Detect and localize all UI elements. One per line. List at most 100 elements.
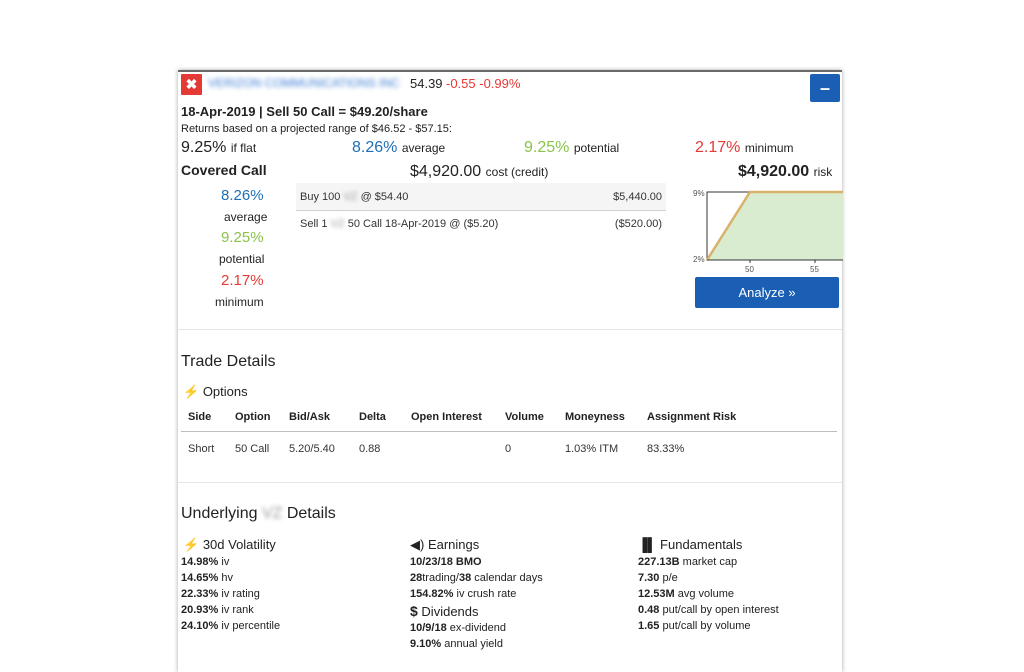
vol-iv-rating-value: 22.33% (181, 588, 219, 600)
col-side: Side (188, 411, 212, 423)
risk-label: risk (813, 165, 833, 179)
col-delta: Delta (359, 411, 386, 423)
dividends-yield-value: 9.10% (410, 638, 442, 650)
minimum-stat: 2.17% minimum (695, 139, 794, 157)
minimum-value: 2.17% (695, 139, 741, 156)
fund-pc-volume-value: 1.65 (638, 620, 660, 632)
side-minimum-label: minimum (215, 295, 264, 309)
if-flat-label: if flat (230, 141, 257, 155)
collapse-button[interactable]: – (810, 74, 840, 102)
leg-1-amount: $5,440.00 (613, 191, 662, 203)
fund-avg-volume-value: 12.53M (638, 588, 675, 600)
fund-pc-oi-value: 0.48 (638, 604, 660, 616)
fund-avg-volume-label: avg volume (677, 588, 735, 600)
dividends-title: Dividends (421, 604, 479, 619)
vol-hv: 14.65% hv (181, 572, 233, 584)
col-open-interest: Open Interest (411, 411, 482, 423)
y-bottom-label: 2% (693, 255, 705, 264)
earnings-title: Earnings (427, 537, 480, 552)
strategy-name: Covered Call (181, 162, 267, 178)
vol-iv-rank: 20.93% iv rank (181, 604, 254, 616)
vol-iv: 14.98% iv (181, 556, 229, 568)
leg-row-2: Sell 1 VZ 50 Call 18-Apr-2019 @ ($5.20) … (296, 211, 666, 238)
cell-volume: 0 (505, 443, 512, 455)
potential-value: 9.25% (524, 139, 570, 156)
earnings-crush: 154.82% iv crush rate (410, 588, 516, 600)
cell-moneyness: 1.03% ITM (565, 443, 619, 455)
leg-2-text: Sell 1 VZ 50 Call 18-Apr-2019 @ ($5.20) (300, 218, 498, 230)
fund-pc-volume: 1.65 put/call by volume (638, 620, 751, 632)
vol-iv-percentile: 24.10% iv percentile (181, 620, 280, 632)
earnings-crush-value: 154.82% (410, 588, 454, 600)
risk-stat: $4,920.00 risk (738, 163, 832, 181)
section-divider-2 (178, 482, 842, 483)
vol-hv-label: hv (221, 572, 233, 584)
potential-stat: 9.25% potential (524, 139, 619, 157)
cost-stat: $4,920.00 cost (credit) (410, 163, 548, 181)
potential-label: potential (573, 141, 620, 155)
fund-pe-value: 7.30 (638, 572, 660, 584)
minimum-label: minimum (744, 141, 794, 155)
ticker-change: -0.55 -0.99% (446, 76, 521, 91)
cell-option: 50 Call (235, 443, 270, 455)
if-flat-stat: 9.25% if flat (181, 139, 256, 157)
side-potential-value: 9.25% (221, 229, 264, 246)
payoff-mini-chart[interactable]: 9% 2% 50 55 (693, 188, 844, 278)
fund-pe: 7.30 p/e (638, 572, 678, 584)
vol-iv-value: 14.98% (181, 556, 219, 568)
dividends-heading: $ Dividends (410, 603, 479, 619)
fund-market-cap: 227.13B market cap (638, 556, 737, 568)
vol-iv-rating-label: iv rating (221, 588, 260, 600)
fund-pc-oi-label: put/call by open interest (662, 604, 779, 616)
col-assignment-risk: Assignment Risk (647, 411, 737, 423)
fund-pe-label: p/e (662, 572, 678, 584)
vol-iv-percentile-value: 24.10% (181, 620, 219, 632)
trade-card: ✖ VERIZON COMMUNICATIONS INC 54.39 -0.55… (178, 70, 844, 672)
close-button[interactable]: ✖ (181, 74, 202, 95)
table-header-border (181, 431, 837, 432)
col-volume: Volume (505, 411, 544, 423)
section-divider-1 (178, 329, 842, 330)
underlying-title-post: Details (286, 505, 336, 522)
vol-iv-rank-value: 20.93% (181, 604, 219, 616)
fund-market-cap-label: market cap (682, 556, 738, 568)
earnings-crush-label: iv crush rate (456, 588, 517, 600)
trade-summary: 18-Apr-2019 | Sell 50 Call = $49.20/shar… (181, 104, 428, 119)
side-minimum-value: 2.17% (221, 272, 264, 289)
y-top-label: 9% (693, 189, 705, 198)
side-average-value: 8.26% (221, 187, 264, 204)
fund-pc-oi: 0.48 put/call by open interest (638, 604, 779, 616)
earnings-trading-label: trading/ (422, 572, 459, 584)
average-label: average (401, 141, 446, 155)
col-bid-ask: Bid/Ask (289, 411, 330, 423)
fundamentals-heading: ▐▌ Fundamentals (638, 537, 742, 552)
side-potential-label: potential (219, 252, 265, 266)
cost-value: $4,920.00 (410, 163, 482, 180)
col-option: Option (235, 411, 271, 423)
side-average-label: average (224, 210, 268, 224)
volatility-title: 30d Volatility (202, 537, 276, 552)
cell-assignment-risk: 83.33% (647, 443, 685, 455)
underlying-title: Underlying VZ Details (181, 505, 336, 523)
average-stat: 8.26% average (352, 139, 445, 157)
risk-value: $4,920.00 (738, 163, 810, 180)
trade-details-title: Trade Details (181, 353, 276, 370)
minus-icon: – (819, 77, 830, 98)
bolt-icon: ⚡ (183, 537, 200, 552)
vol-iv-rating: 22.33% iv rating (181, 588, 260, 600)
ticker-price: 54.39 (410, 76, 443, 91)
cell-delta: 0.88 (359, 443, 381, 455)
analyze-button[interactable]: Analyze » (695, 277, 839, 308)
earnings-date: 10/23/18 BMO (410, 556, 482, 568)
options-heading: ⚡ Options (183, 384, 248, 400)
megaphone-icon: ◀) (410, 537, 425, 552)
leg-1-masked: VZ (343, 191, 358, 203)
ticker-name[interactable]: VERIZON COMMUNICATIONS INC (208, 76, 400, 90)
leg-2-detail: 50 Call 18-Apr-2019 @ ($5.20) (347, 218, 499, 230)
volatility-heading: ⚡ 30d Volatility (183, 537, 276, 553)
vol-hv-value: 14.65% (181, 572, 219, 584)
fund-avg-volume: 12.53M avg volume (638, 588, 734, 600)
close-icon: ✖ (185, 76, 198, 92)
underlying-title-masked: VZ (261, 505, 283, 522)
dividends-yield: 9.10% annual yield (410, 638, 503, 650)
